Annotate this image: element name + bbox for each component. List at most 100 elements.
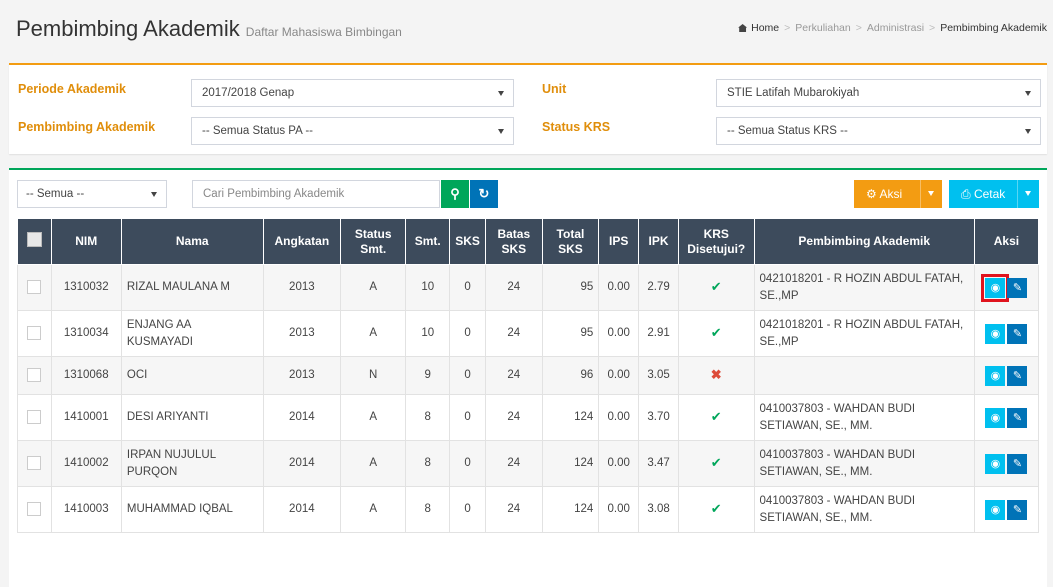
breadcrumb-home[interactable]: Home [751, 22, 779, 34]
breadcrumb-perkuliahan[interactable]: Perkuliahan [795, 22, 850, 34]
col-ips[interactable]: IPS [598, 218, 640, 265]
cetak-dropdown-button[interactable]: ⎙ Cetak [949, 180, 1039, 208]
nim-cell: 1410003 [50, 486, 122, 533]
sks-cell: 0 [449, 264, 486, 311]
chevron-down-icon [1025, 91, 1031, 96]
cetak-caret[interactable] [1017, 180, 1039, 208]
krs-status-select[interactable]: -- Semua Status KRS -- [716, 117, 1041, 145]
table-row[interactable]: 1310068 OCI 2013 N 9 0 24 96 0.00 3.05 ✖ ◉ ✎ [17, 356, 1040, 395]
edit-button[interactable]: ✎ [1007, 277, 1028, 298]
sks-cell: 0 [449, 486, 486, 533]
aksi-caret[interactable] [920, 180, 942, 208]
col-batas-sks[interactable]: Batas SKS [484, 218, 543, 265]
col-nim[interactable]: NIM [50, 218, 122, 265]
ips-cell: 0.00 [598, 440, 640, 487]
page-title: Pembimbing Akademik Daftar Mahasiswa Bimb… [16, 16, 402, 41]
col-ipk[interactable]: IPK [638, 218, 679, 265]
angkatan-cell: 2013 [262, 356, 342, 395]
nim-cell: 1410001 [50, 394, 122, 441]
angkatan-cell: 2013 [262, 310, 342, 357]
col-sks[interactable]: SKS [449, 218, 486, 265]
batas-sks-cell: 24 [484, 264, 543, 311]
chevron-down-icon [928, 191, 934, 196]
col-angkatan[interactable]: Angkatan [262, 218, 342, 265]
check-icon: ✔ [710, 455, 722, 471]
unit-select[interactable]: STIE Latifah Mubarokiyah [716, 79, 1041, 107]
nim-cell: 1310032 [50, 264, 122, 311]
edit-button[interactable]: ✎ [1007, 365, 1028, 386]
smt-cell: 10 [405, 264, 451, 311]
row-select-cell [17, 440, 52, 487]
batas-sks-cell: 24 [484, 394, 543, 441]
angkatan-cell: 2014 [262, 440, 342, 487]
ips-cell: 0.00 [598, 356, 640, 395]
view-button[interactable]: ◉ [985, 365, 1006, 386]
chevron-down-icon [1025, 191, 1031, 196]
nim-cell: 1410002 [50, 440, 122, 487]
col-total-sks[interactable]: Total SKS [541, 218, 600, 265]
batas-sks-cell: 24 [484, 356, 543, 395]
table-row[interactable]: 1310032 RIZAL MAULANA M 2013 A 10 0 24 95 0.00 2.… [17, 264, 1040, 311]
row-checkbox[interactable] [27, 410, 42, 425]
smt-cell: 9 [405, 356, 451, 395]
col-smt[interactable]: Smt. [405, 218, 451, 265]
nama-cell: MUHAMMAD IQBAL [120, 486, 264, 533]
pencil-icon: ✎ [1012, 327, 1023, 340]
list-panel: -- Semua -- Cari Pembimbing Akademik ⚲ ↻… [9, 168, 1047, 587]
krs-status-cell: ✖ [677, 356, 755, 395]
edit-button[interactable]: ✎ [1007, 499, 1028, 520]
sks-cell: 0 [449, 356, 486, 395]
row-checkbox[interactable] [27, 456, 42, 471]
search-button[interactable]: ⚲ [441, 180, 469, 208]
pa-status-select[interactable]: -- Semua Status PA -- [191, 117, 514, 145]
select-all-checkbox[interactable] [26, 232, 42, 248]
ips-cell: 0.00 [598, 310, 640, 357]
row-select-cell [17, 486, 52, 533]
chevron-down-icon [498, 91, 504, 96]
view-button[interactable]: ◉ [985, 407, 1006, 428]
refresh-button[interactable]: ↻ [470, 180, 498, 208]
view-button[interactable]: ◉ [985, 323, 1006, 344]
table-row[interactable]: 1310034 ENJANG AA KUSMAYADI 2013 A 10 0 24 95 0.… [17, 310, 1040, 357]
col-nama[interactable]: Nama [120, 218, 264, 265]
check-icon: ✔ [710, 279, 722, 295]
angkatan-cell: 2014 [262, 394, 342, 441]
edit-button[interactable]: ✎ [1007, 323, 1028, 344]
table-row[interactable]: 1410002 IRPAN NUJULUL PURQON 2014 A 8 0 24 124 0… [17, 440, 1040, 487]
row-checkbox[interactable] [27, 502, 42, 517]
edit-button[interactable]: ✎ [1007, 407, 1028, 428]
filter-select[interactable]: -- Semua -- [17, 180, 167, 208]
search-input[interactable]: Cari Pembimbing Akademik [192, 180, 440, 208]
chevron-down-icon [1025, 129, 1031, 134]
col-aksi: Aksi [973, 218, 1040, 265]
view-button[interactable]: ◉ [985, 499, 1006, 520]
page: Pembimbing Akademik Daftar Mahasiswa Bimb… [0, 0, 1053, 587]
col-krs-disetujui[interactable]: KRS Disetujui? [677, 218, 755, 265]
row-checkbox[interactable] [27, 326, 42, 341]
view-button[interactable]: ◉ [985, 453, 1006, 474]
nim-cell: 1310034 [50, 310, 122, 357]
total-sks-cell: 124 [541, 440, 600, 487]
view-button[interactable]: ◉ [981, 273, 1010, 302]
row-checkbox[interactable] [27, 280, 42, 295]
pembimbing-cell: 0410037803 - WAHDAN BUDI SETIAWAN, SE., … [753, 486, 975, 533]
pembimbing-cell: 0421018201 - R HOZIN ABDUL FATAH, SE.,MP [753, 310, 975, 357]
sks-cell: 0 [449, 310, 486, 357]
aksi-dropdown-button[interactable]: ⚙ Aksi [854, 180, 942, 208]
total-sks-cell: 95 [541, 310, 600, 357]
col-status-smt[interactable]: Status Smt. [340, 218, 407, 265]
table-header: NIM Nama Angkatan Status Smt. Smt. SKS B… [17, 218, 1040, 265]
table-row[interactable]: 1410003 MUHAMMAD IQBAL 2014 A 8 0 24 124 0.00 3.0… [17, 486, 1040, 533]
aksi-cell: ◉ ✎ [973, 356, 1040, 395]
col-pembimbing-akademik[interactable]: Pembimbing Akademik [753, 218, 975, 265]
row-checkbox[interactable] [27, 368, 42, 383]
periode-select[interactable]: 2017/2018 Genap [191, 79, 514, 107]
eye-icon: ◉ [990, 503, 1001, 516]
ipk-cell: 3.70 [638, 394, 679, 441]
table-row[interactable]: 1410001 DESI ARIYANTI 2014 A 8 0 24 124 0.00 3.70… [17, 394, 1040, 441]
breadcrumb-administrasi[interactable]: Administrasi [867, 22, 924, 34]
pembimbing-cell: 0410037803 - WAHDAN BUDI SETIAWAN, SE., … [753, 394, 975, 441]
content-header: Pembimbing Akademik Daftar Mahasiswa Bimb… [16, 14, 1047, 54]
edit-button[interactable]: ✎ [1007, 453, 1028, 474]
aksi-cell: ◉ ✎ [973, 486, 1040, 533]
